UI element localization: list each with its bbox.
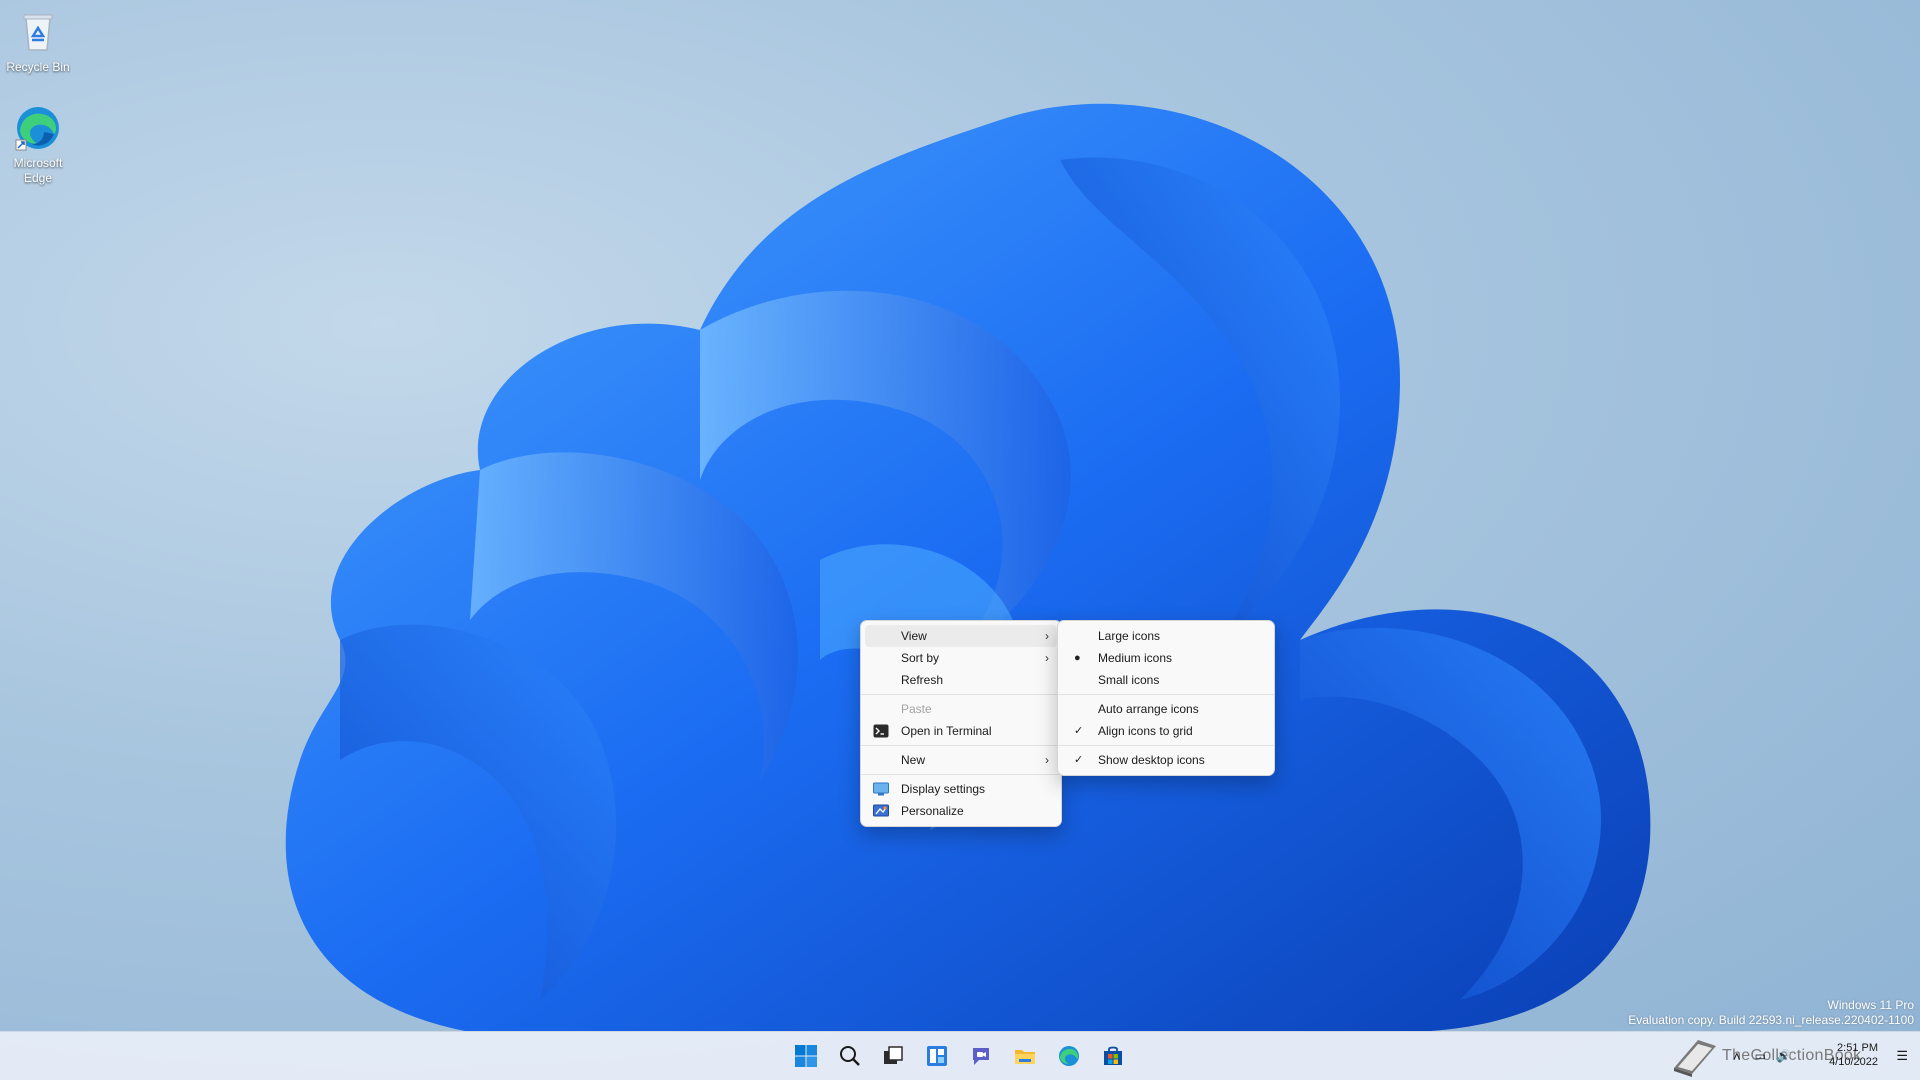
- desktop-context-menu: View › Sort by › Refresh Paste Open in T…: [860, 620, 1062, 827]
- menu-separator: [1058, 694, 1274, 695]
- chevron-right-icon: ›: [1045, 629, 1049, 643]
- edge-taskbar-button[interactable]: [1053, 1040, 1085, 1072]
- menu-item-open-in-terminal[interactable]: Open in Terminal: [865, 720, 1057, 742]
- menu-item-label: Display settings: [901, 782, 986, 796]
- edge-icon: [1059, 1046, 1079, 1066]
- wallpaper: [285, 103, 1651, 1032]
- menu-item-label: New: [901, 753, 926, 767]
- submenu-item-large-icons[interactable]: Large icons: [1062, 625, 1270, 647]
- store-icon: [1104, 1046, 1122, 1065]
- chevron-right-icon: ›: [1045, 753, 1049, 767]
- menu-item-label: Medium icons: [1098, 651, 1173, 665]
- radio-dot-icon: ●: [1074, 652, 1081, 664]
- menu-separator: [861, 694, 1061, 695]
- store-button[interactable]: [1097, 1040, 1129, 1072]
- start-button[interactable]: [790, 1040, 822, 1072]
- widgets-icon: [927, 1046, 947, 1066]
- file-explorer-icon: [1015, 1050, 1035, 1064]
- desktop-icon-label: Recycle Bin: [6, 60, 70, 74]
- submenu-item-medium-icons[interactable]: ● Medium icons: [1062, 647, 1270, 669]
- menu-item-label: Large icons: [1098, 629, 1161, 643]
- menu-item-new[interactable]: New ›: [865, 749, 1057, 771]
- view-submenu: Large icons ● Medium icons Small icons A…: [1057, 620, 1275, 776]
- menu-item-label: Align icons to grid: [1098, 724, 1193, 738]
- checkmark-icon: ✓: [1074, 725, 1084, 737]
- evaluation-watermark: Windows 11 Pro Evaluation copy. Build 22…: [1628, 998, 1914, 1028]
- checkmark-icon: ✓: [1074, 754, 1084, 766]
- menu-separator: [861, 745, 1061, 746]
- task-view-button[interactable]: [877, 1040, 909, 1072]
- search-icon: [840, 1046, 860, 1066]
- desktop-icon-recycle-bin[interactable]: Recycle Bin: [0, 8, 76, 75]
- display-icon: [873, 781, 891, 797]
- menu-separator: [1058, 745, 1274, 746]
- submenu-item-show-desktop-icons[interactable]: ✓ Show desktop icons: [1062, 749, 1270, 771]
- chat-button[interactable]: [965, 1040, 997, 1072]
- notification-icon: ☰: [1896, 1048, 1908, 1063]
- chevron-up-icon[interactable]: ˄: [1733, 1049, 1741, 1064]
- submenu-item-small-icons[interactable]: Small icons: [1062, 669, 1270, 691]
- submenu-item-auto-arrange[interactable]: Auto arrange icons: [1062, 698, 1270, 720]
- menu-item-label: Auto arrange icons: [1098, 702, 1199, 716]
- menu-item-label: Paste: [901, 702, 932, 716]
- terminal-icon: [873, 723, 891, 739]
- watermark-edition: Windows 11 Pro: [1827, 998, 1914, 1012]
- menu-item-label: Open in Terminal: [901, 724, 992, 738]
- menu-item-label: Personalize: [901, 804, 964, 818]
- notifications-button[interactable]: ☰: [1896, 1032, 1908, 1080]
- recycle-bin-icon: [14, 8, 62, 56]
- volume-icon[interactable]: 🔊: [1776, 1049, 1791, 1063]
- menu-item-label: Small icons: [1098, 673, 1160, 687]
- watermark-build: Evaluation copy. Build 22593.ni_release.…: [1628, 1013, 1914, 1027]
- menu-item-label: Show desktop icons: [1098, 753, 1205, 767]
- menu-item-label: Sort by: [901, 651, 940, 665]
- chevron-right-icon: ›: [1045, 651, 1049, 665]
- chat-icon: [973, 1048, 989, 1065]
- menu-item-personalize[interactable]: Personalize: [865, 800, 1057, 822]
- widgets-button[interactable]: [921, 1040, 953, 1072]
- start-icon: [795, 1045, 817, 1067]
- book-icon: [1674, 1040, 1716, 1077]
- search-button[interactable]: [834, 1040, 866, 1072]
- desktop-icon-edge[interactable]: Microsoft Edge: [0, 104, 76, 186]
- menu-item-display-settings[interactable]: Display settings: [865, 778, 1057, 800]
- desktop-icon-label: Microsoft Edge: [13, 156, 63, 185]
- clock[interactable]: 2:51 PM 4/10/2022: [1829, 1041, 1878, 1069]
- taskbar: TheCollectionBook ˄ ▭ 🔊 2:51 PM 4/10/202…: [0, 1031, 1920, 1080]
- personalize-icon: [873, 803, 891, 819]
- menu-item-label: Refresh: [901, 673, 944, 687]
- clock-time: 2:51 PM: [1837, 1042, 1878, 1054]
- menu-separator: [861, 774, 1061, 775]
- system-tray: ˄ ▭ 🔊: [1733, 1032, 1791, 1080]
- menu-item-label: View: [901, 629, 927, 643]
- edge-icon: [14, 104, 62, 152]
- menu-item-refresh[interactable]: Refresh: [865, 669, 1057, 691]
- file-explorer-button[interactable]: [1009, 1040, 1041, 1072]
- task-view-icon: [884, 1046, 903, 1064]
- menu-item-paste: Paste: [865, 698, 1057, 720]
- menu-item-view[interactable]: View ›: [865, 625, 1057, 647]
- network-icon[interactable]: ▭: [1755, 1049, 1766, 1063]
- menu-item-sort-by[interactable]: Sort by ›: [865, 647, 1057, 669]
- submenu-item-align-to-grid[interactable]: ✓ Align icons to grid: [1062, 720, 1270, 742]
- clock-date: 4/10/2022: [1829, 1056, 1878, 1068]
